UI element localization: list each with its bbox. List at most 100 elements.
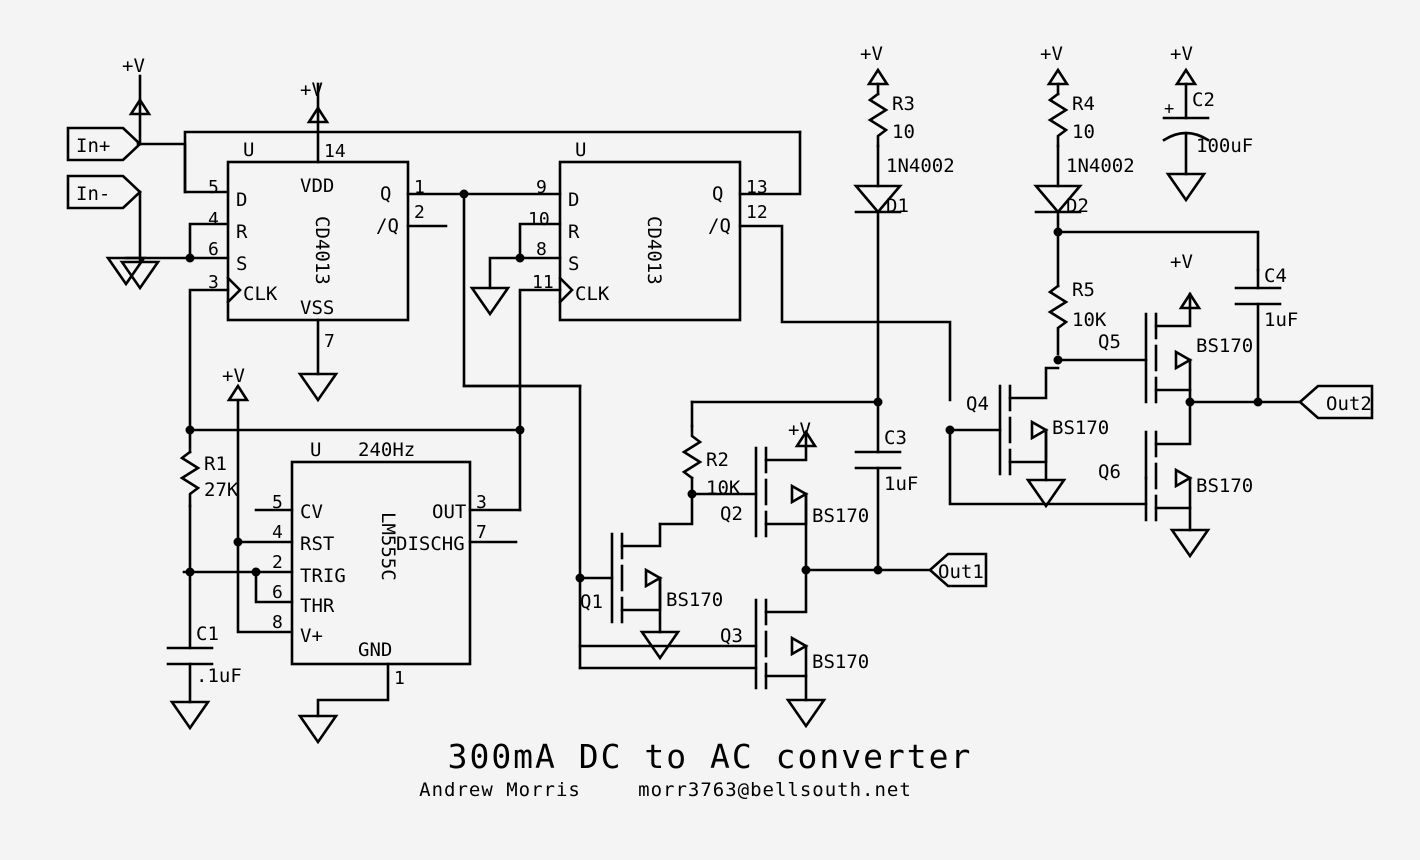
diode-d1-value: 1N4002 (886, 155, 955, 177)
ic-u3-freq-note: 240Hz (358, 439, 415, 461)
wire-u2-clk (518, 288, 562, 432)
wire-u3-gnd (316, 662, 390, 718)
junction-c3-out1 (873, 565, 883, 575)
capacitor-c1: C1 .1uF (166, 570, 242, 704)
junction-u1-rs (185, 253, 195, 263)
mosfet-q6-ref: Q6 (1098, 461, 1121, 483)
ic-u2-pin-clk-name: CLK (575, 283, 610, 305)
ground-symbol-q3 (785, 698, 827, 729)
mosfet-q2-value: BS170 (812, 505, 869, 527)
mosfet-q6-value: BS170 (1196, 475, 1253, 497)
capacitor-c2-value: 100uF (1196, 135, 1253, 157)
ic-u3-pin-2-num: 2 (272, 552, 283, 573)
vplus-symbol-c2: +V (1170, 43, 1198, 86)
capacitor-c4-value: 1uF (1264, 309, 1298, 331)
ic-u2-pin-s-name: S (568, 253, 579, 275)
port-out2-label: Out2 (1326, 393, 1372, 415)
ground-symbol-c2 (1165, 172, 1207, 203)
junction-u3-trig-thr (251, 567, 261, 577)
junction-u2-rs (515, 253, 525, 263)
ic-u3-pin-4-num: 4 (272, 522, 283, 543)
schematic-canvas: In+ +V In- U 14 VDD +V 7 VSS CD4013 5 D … (66, 43, 1374, 801)
ground-symbol-u3 (297, 714, 339, 745)
vplus-label-r4: +V (1040, 43, 1063, 65)
ic-u2-pin-12-num: 12 (746, 202, 768, 223)
ic-u2-part: CD4013 (643, 216, 665, 285)
vplus-label: +V (122, 55, 145, 77)
port-out1: Out1 (928, 552, 988, 588)
ic-u2-pin-nq-name: /Q (708, 215, 731, 237)
ic-u2-pin-d-name: D (568, 189, 579, 211)
author-email: morr3763@bellsouth.net (638, 779, 912, 801)
vplus-symbol-r3: +V (860, 43, 890, 86)
capacitor-c1-value: .1uF (196, 665, 242, 687)
ic-u3-pin-out-name: OUT (432, 501, 466, 523)
resistor-r3-value: 10 (892, 121, 915, 143)
ic-u3-pin-rst-name: RST (300, 533, 334, 555)
vplus-label-r3: +V (860, 43, 883, 65)
resistor-r3-ref: R3 (892, 93, 915, 115)
capacitor-c4-ref: C4 (1264, 265, 1287, 287)
resistor-r2-value: 10K (706, 477, 741, 499)
ground-symbol-u1 (297, 372, 339, 403)
mosfet-q4-value: BS170 (1052, 417, 1109, 439)
mosfet-q4: Q4 BS170 (948, 366, 1109, 482)
ic-u1-clk-wedge (226, 276, 242, 304)
ic-u3-pin-cv-name: CV (300, 501, 323, 523)
ic-u2-pin-11-num: 11 (532, 272, 554, 293)
mosfet-q1-ref: Q1 (580, 591, 603, 613)
ic-u1-part: CD4013 (311, 216, 333, 285)
vplus-symbol-q5: +V (1170, 251, 1202, 310)
ic-u1-pin-vss-name: VSS (300, 297, 334, 319)
vplus-label-c2: +V (1170, 43, 1193, 65)
capacitor-c3: C3 1uF (854, 400, 918, 572)
resistor-r2-ref: R2 (706, 449, 729, 471)
ic-u3-pin-dischg-name: DISCHG (396, 533, 465, 555)
resistor-r4-value: 10 (1072, 121, 1095, 143)
ic-u3-pin-1-num: 1 (394, 668, 405, 689)
wire-u1-clk (188, 288, 230, 432)
ic-u1-pin-r-name: R (236, 221, 248, 243)
diode-d2: 1N4002 D2 (1033, 155, 1135, 234)
wire-u2-nq-to-q4 (738, 224, 952, 402)
resistor-r1-value: 27K (204, 479, 239, 501)
ic-u2-pin-10-num: 10 (528, 209, 550, 230)
page-title: 300mA DC to AC converter (448, 737, 973, 776)
capacitor-c2-polarity: + (1164, 99, 1174, 119)
ic-u3-pin-7-num: 7 (476, 522, 487, 543)
mosfet-q1-value: BS170 (666, 589, 723, 611)
capacitor-c4: C4 1uF (1234, 265, 1298, 404)
diode-d2-value: 1N4002 (1066, 155, 1135, 177)
author-name: Andrew Morris (419, 779, 581, 801)
ic-u1-designator: U (243, 139, 254, 161)
mosfet-q1: Q1 BS170 (578, 522, 723, 634)
ic-u3-pin-6-num: 6 (272, 582, 283, 603)
vplus-symbol-inplus: +V (122, 55, 152, 116)
wire-u3-vplus (236, 540, 294, 634)
resistor-r5-ref: R5 (1072, 279, 1095, 301)
mosfet-q3-ref: Q3 (720, 625, 743, 647)
ground-symbol-q6 (1169, 528, 1211, 559)
ic-u2-clk-wedge (558, 276, 574, 304)
mosfet-q3-value: BS170 (812, 651, 869, 673)
ic-u1-pin-vdd-name: VDD (300, 175, 334, 197)
ic-u1-pin-q-name: Q (380, 183, 391, 205)
vplus-label-u1: +V (300, 79, 323, 101)
ic-u3-pin-trig-name: TRIG (300, 565, 346, 587)
ic-u2-pin-q-name: Q (712, 183, 723, 205)
ic-u1-pin-6-num: 6 (208, 239, 219, 260)
capacitor-c2: C2 + 100uF (1162, 82, 1253, 176)
ic-u1-pin-s-name: S (236, 253, 247, 275)
resistor-r1-ref: R1 (204, 453, 227, 475)
schematic-sheet: In+ +V In- U 14 VDD +V 7 VSS CD4013 5 D … (0, 0, 1420, 860)
ic-u1-pin-3-num: 3 (208, 272, 219, 293)
ic-u1-pin-d-name: D (236, 189, 247, 211)
diode-d2-ref: D2 (1066, 195, 1089, 217)
ground-symbol-u2-rs (469, 286, 511, 317)
ic-u1-pin-4-num: 4 (208, 209, 219, 230)
ic-u2-pin-9-num: 9 (536, 177, 547, 198)
ic-u1-pin-nq-name: /Q (376, 215, 399, 237)
mosfet-q5-ref: Q5 (1098, 331, 1121, 353)
wire-d2-to-c4 (1056, 230, 1260, 272)
capacitor-c2-ref: C2 (1192, 89, 1215, 111)
